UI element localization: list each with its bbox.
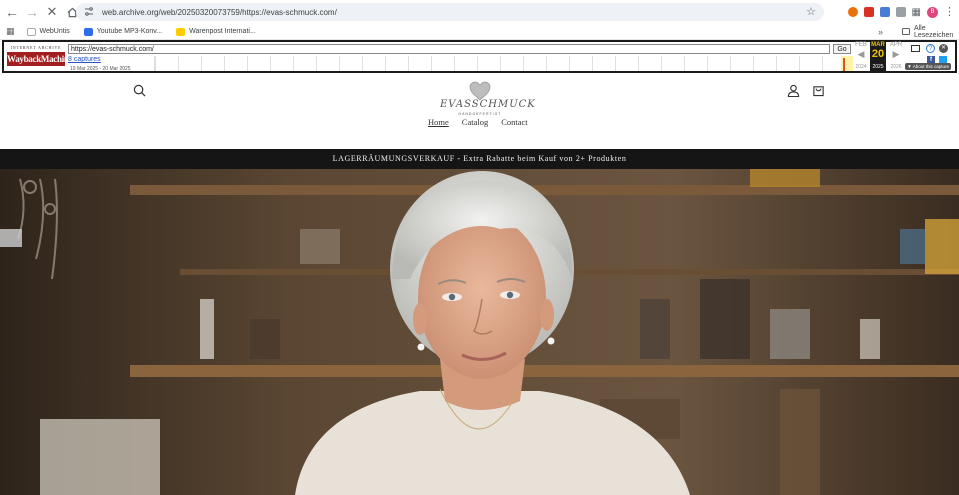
back-icon[interactable]: ← <box>2 2 22 22</box>
logo-tagline: HANDGEFERTIGT <box>458 112 502 116</box>
more-bookmarks-icon[interactable]: » <box>878 27 883 37</box>
url-text: web.archive.org/web/20250320073759/https… <box>102 7 337 17</box>
extension-4-icon[interactable] <box>895 7 906 17</box>
prev-capture-column[interactable]: FEB ◀ 2024 <box>853 42 869 71</box>
wayback-toolbar: INTERNET ARCHIVE WaybackMachine https://… <box>2 40 957 73</box>
heart-logo-icon <box>469 81 491 101</box>
cart-icon[interactable] <box>812 84 825 100</box>
capture-sparkline[interactable] <box>154 56 854 71</box>
webuntis-icon <box>26 27 36 36</box>
hero-portrait-illustration <box>0 169 959 495</box>
extensions-puzzle-icon[interactable]: ▦ <box>912 7 921 18</box>
address-bar[interactable]: web.archive.org/web/20250320073759/https… <box>76 3 824 21</box>
account-icon[interactable] <box>787 84 800 100</box>
folder-icon <box>902 28 910 35</box>
captures-date-range: 19 Mar 2025 - 20 Mar 2025 <box>70 66 131 72</box>
browser-menu-icon[interactable]: ⋮ <box>944 7 955 18</box>
youtube-icon <box>83 27 93 36</box>
all-bookmarks-label: Alle Lesezeichen <box>913 24 954 39</box>
wayback-close-icon[interactable]: ✕ <box>939 44 948 53</box>
wayback-url-input[interactable]: https://evas-schmuck.com/ <box>68 44 830 54</box>
bookmark-label: Warenpost Internati... <box>189 28 256 35</box>
stop-loading-icon[interactable]: ✕ <box>42 2 62 22</box>
next-capture-arrow-icon[interactable]: ▶ <box>888 49 904 59</box>
browser-toolbar: ← → ✕ web.archive.org/web/20250320073759… <box>0 0 959 24</box>
extension-1-icon[interactable] <box>847 7 858 17</box>
nav-link-catalog[interactable]: Catalog <box>462 117 488 127</box>
wayback-go-button[interactable]: Go <box>833 44 851 54</box>
bookmark-label: Youtube MP3-Konv... <box>96 28 163 35</box>
search-icon[interactable] <box>133 84 146 100</box>
main-navigation: Home Catalog Contact <box>428 117 528 127</box>
site-header: EVASSCHMUCK HANDGEFERTIGT Home Catalog C… <box>0 75 959 139</box>
wayback-logo-main: WaybackMachine <box>7 52 73 66</box>
wayback-logo[interactable]: INTERNET ARCHIVE WaybackMachine <box>7 43 73 71</box>
extensions-area: ▦ B ⋮ <box>847 3 955 21</box>
wayback-account-icon[interactable] <box>911 45 920 52</box>
hero-image <box>0 169 959 495</box>
current-day-label: 20 <box>871 48 885 60</box>
profile-avatar[interactable]: B <box>927 6 938 18</box>
nav-link-contact[interactable]: Contact <box>501 117 527 127</box>
capture-calendar: FEB ◀ 2024 MAR 20 2025 APR ▶ 2026 <box>853 42 905 71</box>
next-capture-column[interactable]: APR ▶ 2026 <box>888 42 904 71</box>
warenpost-icon <box>176 27 186 36</box>
about-capture-button[interactable]: ▼ About this capture <box>905 63 951 70</box>
prev-capture-arrow-icon[interactable]: ◀ <box>853 49 869 59</box>
bookmark-star-icon[interactable]: ☆ <box>806 5 816 18</box>
nav-link-home[interactable]: Home <box>428 117 449 127</box>
wayback-help-icon[interactable]: ? <box>926 44 935 53</box>
wayback-logo-top: INTERNET ARCHIVE <box>10 45 62 50</box>
extension-2-icon[interactable] <box>863 7 874 17</box>
prev-year-label: 2024 <box>855 64 867 70</box>
current-year-label: 2025 <box>872 64 884 70</box>
bookmark-youtube-mp3[interactable]: Youtube MP3-Konv... <box>83 27 163 36</box>
translate-icon[interactable] <box>879 7 890 17</box>
forward-icon[interactable]: → <box>22 2 42 22</box>
next-year-label: 2026 <box>890 64 902 70</box>
announcement-bar: LAGERRÄUMUNGSVERKAUF - Extra Rabatte bei… <box>0 149 959 169</box>
site-info-icon[interactable] <box>84 5 94 19</box>
logo-wordmark: EVASSCHMUCK <box>440 99 536 110</box>
site-logo[interactable]: EVASSCHMUCK HANDGEFERTIGT <box>440 77 536 117</box>
bookmark-webuntis[interactable]: WebUntis <box>26 27 70 36</box>
bookmarks-bar: ▦ WebUntis Youtube MP3-Konv... Warenpost… <box>0 24 959 40</box>
bookmark-label: WebUntis <box>39 28 70 35</box>
current-capture-column: MAR 20 2025 <box>870 42 886 71</box>
all-bookmarks[interactable]: Alle Lesezeichen <box>902 25 959 39</box>
apps-grid-icon[interactable]: ▦ <box>6 26 15 37</box>
capture-marker[interactable] <box>843 58 845 71</box>
next-month-label: APR <box>889 42 903 48</box>
bookmark-warenpost[interactable]: Warenpost Internati... <box>176 27 256 36</box>
captures-link[interactable]: 8 captures <box>68 56 101 63</box>
prev-month-label: FEB <box>855 42 867 48</box>
